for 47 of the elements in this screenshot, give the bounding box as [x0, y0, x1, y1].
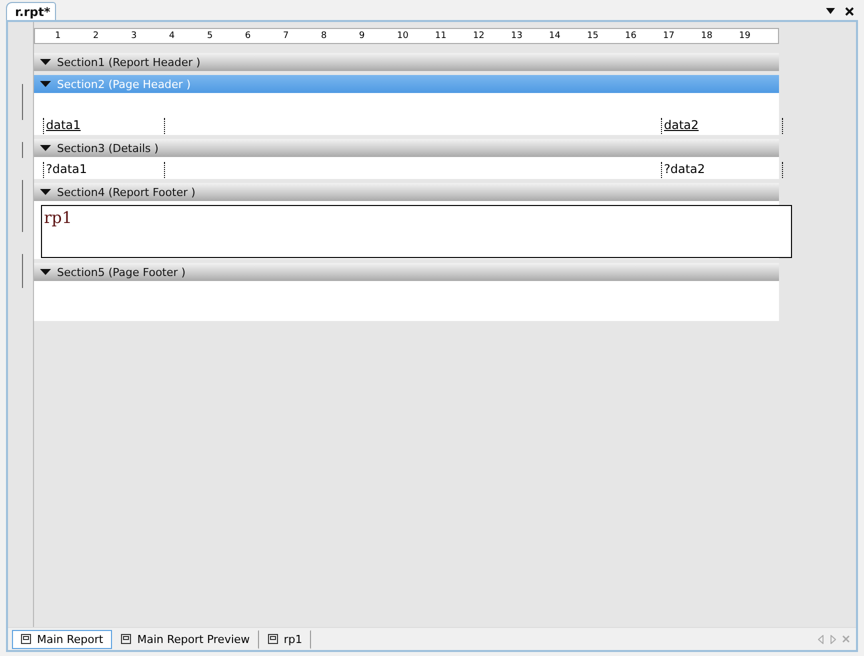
ruler-number: 1 — [55, 31, 62, 41]
ruler-number: 8 — [321, 31, 328, 41]
ruler-number: 6 — [245, 31, 252, 41]
section-title: Section2 (Page Header ) — [57, 78, 191, 90]
section-header[interactable]: Section4 (Report Footer ) — [34, 183, 779, 201]
report-icon — [268, 634, 278, 644]
data-field[interactable]: ?data1 — [43, 162, 165, 178]
ruler-number: 19 — [739, 31, 752, 41]
section-title: Section3 (Details ) — [57, 142, 159, 154]
subreport[interactable]: rp1 — [41, 205, 792, 258]
ruler-number: 14 — [549, 31, 562, 41]
ruler-number: 2 — [93, 31, 100, 41]
ruler-number: 10 — [397, 31, 410, 41]
ruler-number: 9 — [359, 31, 366, 41]
data-field[interactable]: ?data2 — [661, 162, 783, 178]
ruler-number: 11 — [435, 31, 448, 41]
section-title: Section5 (Page Footer ) — [57, 266, 186, 278]
document-tab[interactable]: r.rpt* — [6, 2, 56, 20]
collapse-triangle-icon[interactable] — [40, 189, 51, 195]
text-field[interactable]: data2 — [661, 118, 783, 134]
report-icon — [21, 634, 31, 644]
collapse-triangle-icon[interactable] — [40, 59, 51, 65]
collapse-triangle-icon[interactable] — [40, 145, 51, 151]
ruler-number: 5 — [207, 31, 214, 41]
ruler-number: 7 — [283, 31, 290, 41]
section-title: Section1 (Report Header ) — [57, 56, 200, 68]
ruler-number: 12 — [473, 31, 486, 41]
collapse-triangle-icon[interactable] — [40, 81, 51, 87]
dropdown-icon[interactable] — [826, 8, 835, 14]
ruler-number: 4 — [169, 31, 176, 41]
ruler-number: 13 — [511, 31, 524, 41]
ruler-number: 16 — [625, 31, 638, 41]
text-field[interactable]: data1 — [43, 118, 165, 134]
view-tab[interactable]: Main Report Preview — [112, 630, 259, 648]
view-tab[interactable]: Main Report — [12, 630, 112, 648]
collapse-triangle-icon[interactable] — [40, 269, 51, 275]
ruler-number: 15 — [587, 31, 600, 41]
ruler-number: 3 — [131, 31, 138, 41]
section-header[interactable]: Section1 (Report Header ) — [34, 53, 779, 71]
ruler-number: 18 — [701, 31, 714, 41]
report-icon — [121, 634, 132, 644]
section-header[interactable]: Section3 (Details ) — [34, 139, 779, 157]
view-tab[interactable]: rp1 — [258, 630, 312, 648]
section-title: Section4 (Report Footer ) — [57, 186, 196, 198]
close-icon[interactable] — [845, 7, 854, 16]
ruler-number: 17 — [663, 31, 676, 41]
section-header[interactable]: Section5 (Page Footer ) — [34, 263, 779, 281]
